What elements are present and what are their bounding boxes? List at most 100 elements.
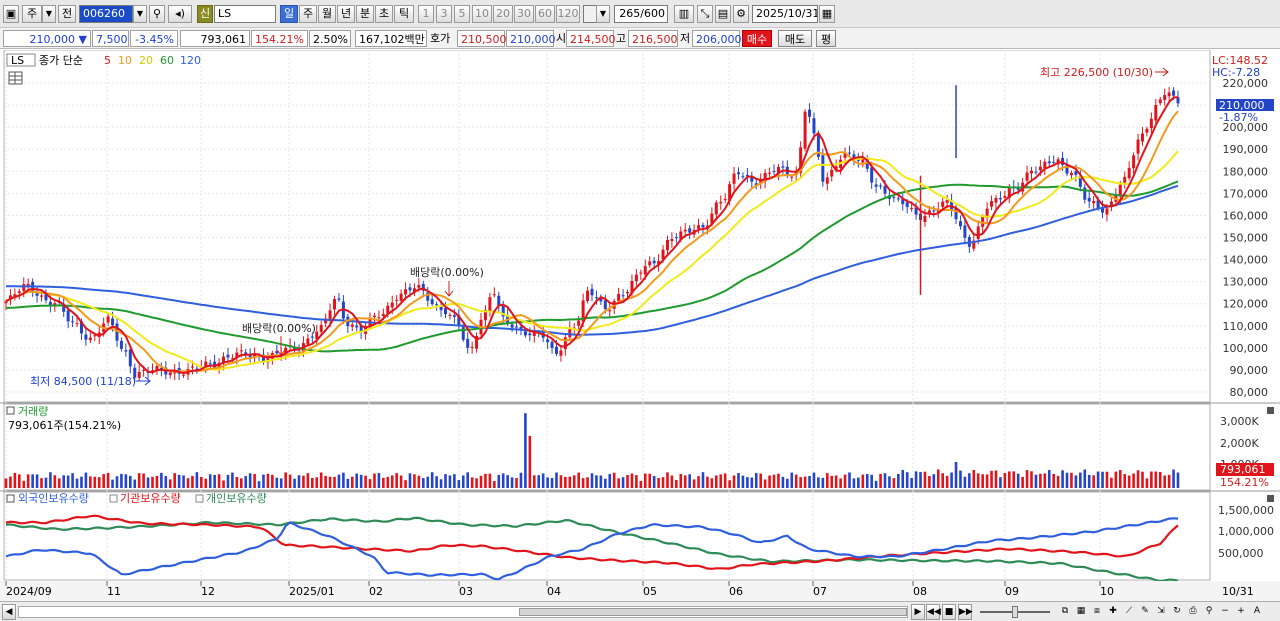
compare-icon[interactable]: ⧈ — [1090, 604, 1104, 620]
volume-close-icon[interactable] — [1267, 407, 1274, 414]
candle-body — [93, 335, 97, 337]
volume-bar — [919, 472, 922, 488]
buy-button[interactable]: 매수 — [742, 30, 772, 47]
stop-icon[interactable]: ■ — [942, 604, 956, 620]
period-tick[interactable]: 틱 — [394, 5, 414, 23]
interval-3[interactable]: 3 — [436, 5, 452, 23]
candle-type-icon[interactable]: ▥ — [674, 5, 694, 23]
candle-body — [617, 293, 621, 302]
price-axis-label: 120,000 — [1223, 298, 1269, 311]
sell-button[interactable]: 매도 — [778, 30, 812, 47]
candle-body — [510, 324, 514, 328]
zoom-in-icon[interactable]: + — [1234, 604, 1248, 620]
trend-icon[interactable]: ⟋ — [1122, 604, 1136, 620]
volume-bar — [319, 472, 323, 488]
gear-icon[interactable]: ⚙ — [733, 5, 749, 23]
volume-bar — [133, 479, 137, 488]
volume-bar — [1132, 473, 1135, 488]
legend-ma10: 10 — [118, 54, 132, 67]
volume-bar — [981, 474, 984, 488]
type-dropdown-icon[interactable]: ▼ — [42, 5, 56, 23]
interval-dropdown-icon[interactable]: ▼ — [596, 5, 610, 23]
search-zoom-icon[interactable]: ⚲ — [1202, 604, 1216, 620]
date-field[interactable]: 2025/10/31 — [752, 5, 818, 23]
stock-name-field[interactable]: LS — [214, 5, 276, 23]
period-second[interactable]: 초 — [375, 5, 393, 23]
volume-bar — [1065, 472, 1069, 488]
search-icon[interactable]: ⚲ — [149, 5, 165, 23]
type-selector[interactable]: 주 — [22, 5, 42, 23]
volume-bar — [1114, 471, 1118, 488]
volume-bar — [31, 474, 34, 488]
draw-icon[interactable]: ✎ — [1138, 604, 1152, 620]
holdings-close-icon[interactable] — [1267, 495, 1274, 502]
volume-bar — [13, 472, 17, 488]
period-minute[interactable]: 분 — [356, 5, 374, 23]
high-annotation: 최고 226,500 (10/30) — [1040, 66, 1153, 79]
moving-average-lines — [5, 96, 1179, 375]
text-size-icon[interactable]: A — [1250, 604, 1264, 620]
scroll-right-icon[interactable]: ▶ — [911, 604, 925, 620]
stock-chart[interactable]: LS 종가 단순 5 10 20 60 120 220,000210,00020… — [0, 49, 1280, 603]
volume-bar — [231, 472, 234, 488]
volume-bar — [89, 476, 92, 488]
candle-body — [874, 184, 878, 187]
time-axis-label: 11 — [107, 585, 121, 598]
candle-body — [1127, 167, 1131, 179]
candle-body — [803, 111, 807, 149]
sound-icon[interactable]: ◂) — [168, 5, 192, 23]
price-axis-label: 100,000 — [1223, 342, 1269, 355]
candle-body — [1083, 187, 1087, 200]
volume-bar — [426, 476, 430, 488]
interval-60[interactable]: 60 — [535, 5, 555, 23]
volume-bar — [1016, 473, 1020, 488]
layout-icon[interactable]: ⧉ — [1058, 604, 1072, 620]
time-axis-label: 02 — [369, 585, 383, 598]
zoom-out-icon[interactable]: − — [1218, 604, 1232, 620]
grid-layout-icon[interactable]: ▦ — [1074, 604, 1088, 620]
legend-ma-title: 종가 단순 — [39, 54, 83, 67]
candle-body — [390, 302, 394, 308]
refresh-icon[interactable]: ↻ — [1170, 604, 1184, 620]
period-week[interactable]: 주 — [299, 5, 317, 23]
interval-10[interactable]: 10 — [472, 5, 492, 23]
interval-120[interactable]: 120 — [556, 5, 580, 23]
period-month[interactable]: 월 — [318, 5, 336, 23]
calendar-icon[interactable]: ▦ — [819, 5, 835, 23]
volume-bar — [568, 476, 572, 488]
code-dropdown-icon[interactable]: ▼ — [133, 5, 147, 23]
interval-1[interactable]: 1 — [418, 5, 434, 23]
window-icon[interactable]: ▣ — [3, 5, 19, 23]
interval-5[interactable]: 5 — [454, 5, 470, 23]
measure-icon[interactable]: ⇲ — [1154, 604, 1168, 620]
save-icon[interactable]: ▤ — [715, 5, 731, 23]
period-year[interactable]: 년 — [337, 5, 355, 23]
volume-pane-icon[interactable] — [6, 406, 15, 415]
new-badge[interactable]: 신 — [197, 5, 213, 23]
eval-button[interactable]: 평 — [816, 30, 836, 47]
scroll-thumb[interactable] — [519, 608, 907, 616]
zoom-slider-handle[interactable] — [1012, 606, 1018, 618]
volume-bar — [861, 474, 865, 488]
cross-icon[interactable]: ✚ — [1106, 604, 1120, 620]
print-icon[interactable]: ⎙ — [1186, 604, 1200, 620]
volume-bar — [448, 475, 452, 488]
scroll-track[interactable] — [18, 606, 908, 618]
interval-custom-input[interactable] — [583, 5, 597, 23]
forward-icon[interactable]: ▶▶ — [958, 604, 973, 620]
zoom-icon[interactable]: ⤡ — [697, 5, 713, 23]
count-field[interactable]: 265/600 — [614, 5, 668, 23]
interval-30[interactable]: 30 — [514, 5, 534, 23]
ex-dividend-arrow-icon-1 — [444, 281, 454, 297]
rewind-icon[interactable]: ◀◀ — [926, 604, 941, 620]
holdings-pane-icon[interactable] — [6, 494, 15, 503]
candle-body — [71, 321, 75, 323]
volume-bar — [786, 478, 789, 488]
interval-20[interactable]: 20 — [493, 5, 513, 23]
scroll-left-icon[interactable]: ◀ — [2, 604, 16, 620]
volume-bar — [648, 473, 652, 488]
period-day[interactable]: 일 — [280, 5, 298, 23]
volume-bar — [581, 478, 585, 488]
prev-button[interactable]: 전 — [58, 5, 76, 23]
stock-code-input[interactable]: 006260 — [79, 5, 133, 23]
